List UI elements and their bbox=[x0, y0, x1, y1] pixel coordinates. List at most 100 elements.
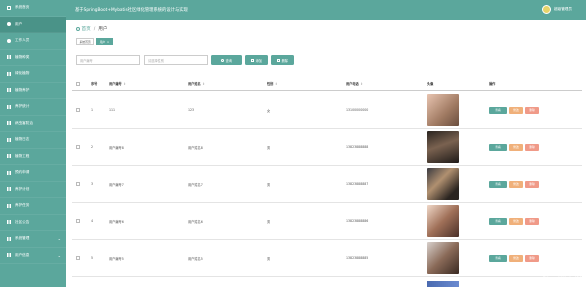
chevron-down-icon: ⌄ bbox=[57, 252, 61, 258]
edit-button[interactable]: 修改 bbox=[509, 107, 523, 114]
column-user-name[interactable]: 用户姓名 bbox=[188, 81, 201, 86]
user-no-input[interactable]: 用户编号 bbox=[76, 55, 140, 65]
delete-row-button-label: 删除 bbox=[529, 256, 535, 261]
gender-select[interactable]: 请选择性别 bbox=[144, 55, 208, 65]
home-icon bbox=[76, 27, 80, 31]
user-photo bbox=[427, 131, 459, 163]
add-button[interactable]: 添加 bbox=[245, 55, 268, 65]
user-photo bbox=[427, 205, 459, 237]
sidebar-item-plant-care[interactable]: 植物养护 bbox=[0, 83, 66, 99]
grid-icon bbox=[7, 104, 11, 109]
tag-home[interactable]: 系统首页 bbox=[76, 38, 95, 45]
sidebar-item-plant-type[interactable]: 植物种类 bbox=[0, 50, 66, 66]
search-button[interactable]: 查询 bbox=[211, 55, 242, 65]
sidebar: 系统首页 用户 工作人员 植物种类 绿化植物 植物养护 养护统计 病虫害防治 植… bbox=[0, 0, 66, 287]
row-index: 5 bbox=[91, 256, 94, 260]
view-button[interactable]: 查看 bbox=[489, 218, 507, 225]
sidebar-item-appointment[interactable]: 预约申请 bbox=[0, 165, 66, 182]
tag-label: 用户 bbox=[99, 39, 106, 44]
grid-icon bbox=[7, 121, 11, 126]
row-gender: 女 bbox=[267, 108, 271, 113]
view-button-label: 查看 bbox=[495, 256, 501, 261]
edit-button[interactable]: 修改 bbox=[509, 144, 523, 151]
sidebar-item-care-plan[interactable]: 养护计划 bbox=[0, 182, 66, 198]
gender-placeholder: 请选择性别 bbox=[148, 58, 164, 63]
edit-button[interactable]: 修改 bbox=[509, 181, 523, 188]
row-user-no: 用户编号6 bbox=[109, 219, 124, 224]
sidebar-item-home[interactable]: 系统首页 bbox=[0, 0, 66, 17]
row-gender: 男 bbox=[267, 219, 271, 224]
row-checkbox[interactable] bbox=[76, 182, 80, 186]
tag-users[interactable]: 用户 × bbox=[96, 38, 113, 45]
sidebar-item-plant-log[interactable]: 植物日志 bbox=[0, 132, 66, 149]
user-name: 超级管理员 bbox=[554, 7, 572, 11]
column-gender[interactable]: 性别 bbox=[267, 81, 273, 86]
row-user-name: 用户姓名6 bbox=[188, 219, 203, 224]
sidebar-item-green-plant[interactable]: 绿化植物 bbox=[0, 66, 66, 83]
breadcrumb-current: 用户 bbox=[98, 27, 108, 32]
row-checkbox[interactable] bbox=[76, 219, 80, 223]
edit-button-label: 修改 bbox=[513, 256, 519, 261]
view-button[interactable]: 查看 bbox=[489, 144, 507, 151]
column-phone[interactable]: 用户电话 bbox=[346, 81, 359, 86]
app-title: 基于SpringBoot+Mybatis社区绿化管理系统的设计与实现 bbox=[75, 8, 188, 13]
grid-icon bbox=[7, 137, 11, 142]
sidebar-item-staff[interactable]: 工作人员 bbox=[0, 33, 66, 50]
sidebar-item-pest-control[interactable]: 病虫害防治 bbox=[0, 116, 66, 132]
delete-row-button[interactable]: 删除 bbox=[525, 218, 539, 225]
breadcrumb-home[interactable]: 首页 bbox=[82, 26, 91, 32]
sidebar-item-user-info[interactable]: 用户信息 ⌄ bbox=[0, 248, 66, 264]
view-button[interactable]: 查看 bbox=[489, 107, 507, 114]
column-user-no[interactable]: 用户编号 bbox=[109, 81, 122, 86]
sort-icon[interactable]: ↕ bbox=[275, 82, 278, 86]
row-phone: 13823888886 bbox=[346, 219, 369, 223]
delete-row-button-label: 删除 bbox=[529, 145, 535, 150]
sidebar-item-notice[interactable]: 社区公告 bbox=[0, 215, 66, 231]
edit-button[interactable]: 修改 bbox=[509, 218, 523, 225]
sidebar-item-system[interactable]: 系统管理 ⌄ bbox=[0, 231, 66, 248]
row-checkbox[interactable] bbox=[76, 108, 80, 112]
sidebar-item-label: 用户信息 bbox=[15, 252, 30, 257]
delete-row-button[interactable]: 删除 bbox=[525, 144, 539, 151]
sort-icon[interactable]: ↕ bbox=[202, 82, 205, 86]
delete-row-button-label: 删除 bbox=[529, 108, 535, 113]
sidebar-item-care-stats[interactable]: 养护统计 bbox=[0, 99, 66, 116]
view-button[interactable]: 查看 bbox=[489, 255, 507, 262]
user-no-placeholder: 用户编号 bbox=[80, 58, 93, 63]
delete-row-button[interactable]: 删除 bbox=[525, 107, 539, 114]
edit-button-label: 修改 bbox=[513, 108, 519, 113]
edit-button[interactable]: 修改 bbox=[509, 255, 523, 262]
row-checkbox[interactable] bbox=[76, 145, 80, 149]
view-button[interactable]: 查看 bbox=[489, 181, 507, 188]
delete-button[interactable]: 删除 bbox=[271, 55, 294, 65]
grid-icon bbox=[7, 88, 11, 93]
breadcrumb-separator: / bbox=[93, 26, 96, 32]
user-photo bbox=[427, 281, 459, 287]
sort-icon[interactable]: ↕ bbox=[123, 82, 126, 86]
sidebar-item-users[interactable]: 用户 bbox=[0, 16, 66, 33]
sidebar-item-label: 养护计划 bbox=[15, 186, 30, 191]
chevron-down-icon: ⌄ bbox=[57, 236, 61, 242]
table-row: 4 用户编号6 用户姓名6 男 13823888886 查看 修改 删除 bbox=[72, 203, 582, 240]
row-user-no: 111 bbox=[109, 108, 116, 112]
grid-icon bbox=[7, 236, 11, 241]
home-icon bbox=[7, 5, 11, 10]
delete-row-button-label: 删除 bbox=[529, 219, 535, 224]
delete-row-button[interactable]: 删除 bbox=[525, 255, 539, 262]
table-row: 3 用户编号7 用户姓名7 男 13823888887 查看 修改 删除 bbox=[72, 166, 582, 203]
row-user-no: 用户编号7 bbox=[109, 182, 124, 187]
select-all-checkbox[interactable] bbox=[76, 81, 80, 86]
edit-button-label: 修改 bbox=[513, 182, 519, 187]
sidebar-item-plant-project[interactable]: 植物工程 bbox=[0, 149, 66, 165]
sidebar-item-care-task[interactable]: 养护任务 bbox=[0, 198, 66, 215]
sidebar-item-label: 植物工程 bbox=[15, 153, 30, 158]
row-checkbox[interactable] bbox=[76, 256, 80, 260]
user-menu[interactable]: 超级管理员 bbox=[542, 5, 572, 14]
delete-row-button[interactable]: 删除 bbox=[525, 181, 539, 188]
sidebar-item-label: 植物养护 bbox=[15, 87, 30, 92]
view-button-label: 查看 bbox=[495, 108, 501, 113]
row-user-name: 用户姓名7 bbox=[188, 182, 203, 187]
close-icon[interactable]: × bbox=[107, 40, 109, 44]
sort-icon[interactable]: ↕ bbox=[360, 82, 363, 86]
row-gender: 男 bbox=[267, 145, 271, 150]
